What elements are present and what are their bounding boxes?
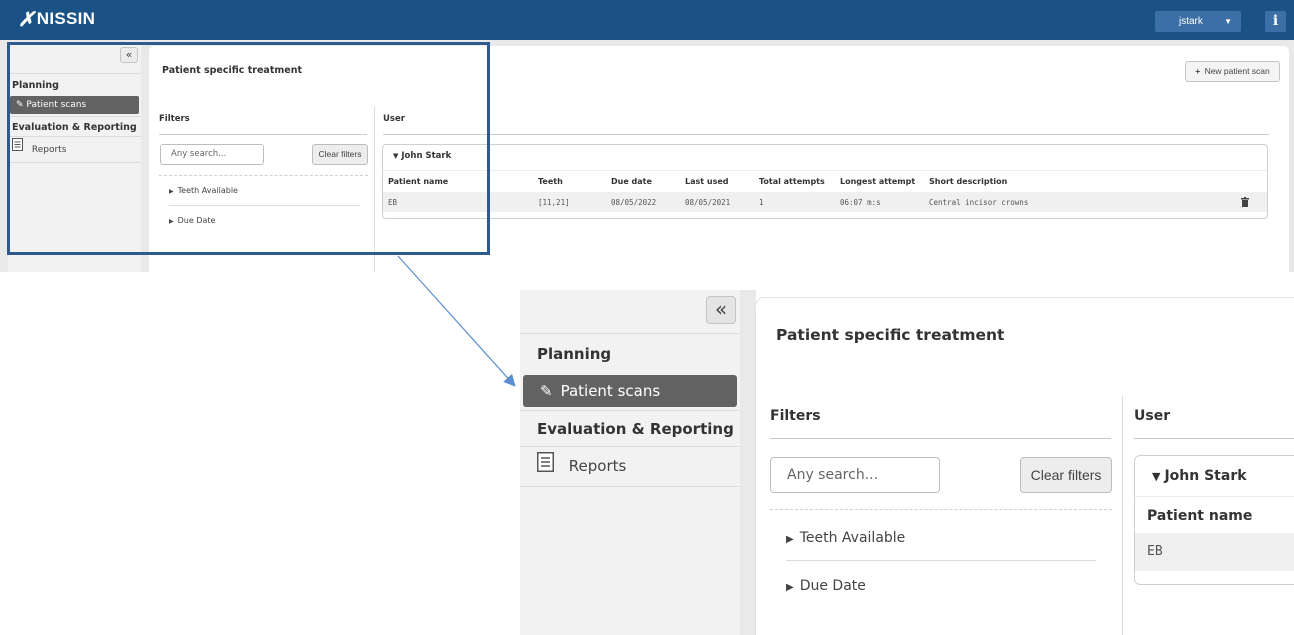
table-row[interactable]: [383, 192, 1267, 212]
sidebar-header-planning: Planning: [520, 333, 740, 375]
cell-teeth: [11,21]: [538, 198, 570, 207]
divider: [383, 170, 1267, 171]
filters-header: Filters: [770, 408, 821, 424]
user-card-toggle[interactable]: ▼ John Stark: [1152, 468, 1247, 484]
caret-right-icon: ▶: [786, 534, 794, 545]
divider: [786, 560, 1096, 561]
cell-longest-attempt: 06:07 m:s: [840, 198, 881, 207]
cell-short-description: Central incisor crowns: [929, 198, 1029, 207]
trash-icon[interactable]: [1241, 197, 1249, 210]
sidebar-zoomed: « Planning ✎ Patient scans Evaluation & R…: [520, 290, 740, 635]
document-icon: [537, 448, 554, 486]
column-header-longest-attempt: Longest attempt: [840, 177, 916, 186]
zoom-highlight-box: [7, 42, 490, 255]
sidebar-item-patient-scans[interactable]: ✎ Patient scans: [523, 375, 737, 407]
column-header-teeth: Teeth: [538, 177, 563, 186]
user-header: User: [1134, 408, 1171, 424]
user-name: John Stark: [1164, 468, 1247, 484]
sidebar-item-reports[interactable]: Reports: [520, 447, 740, 487]
nissin-logo: ✗ NISSIN: [18, 9, 95, 29]
sidebar-item-label: Patient scans: [560, 382, 661, 400]
user-card: ▼ John Stark Patient name Teeth Due date …: [382, 144, 1268, 219]
divider: [770, 438, 1111, 439]
sidebar-header-evaluation: Evaluation & Reporting: [520, 410, 740, 447]
pencil-icon: ✎: [540, 382, 553, 400]
column-header-last-used: Last used: [685, 177, 729, 186]
cell-total-attempts: 1: [759, 198, 764, 207]
new-patient-scan-label: New patient scan: [1204, 66, 1270, 76]
column-header-patient-name: Patient name: [1147, 508, 1253, 524]
facet-label: Teeth Available: [799, 530, 906, 546]
page-title: Patient specific treatment: [776, 326, 1005, 344]
divider: [770, 509, 1112, 510]
collapse-sidebar-button[interactable]: «: [706, 296, 736, 324]
divider: [1134, 438, 1294, 439]
vertical-divider: [1122, 396, 1123, 635]
user-card: ▼ John Stark Patient name EB: [1134, 455, 1294, 585]
sidebar-separator: [740, 290, 756, 635]
divider: [383, 134, 1269, 135]
info-button[interactable]: i: [1265, 11, 1286, 32]
cell-patient-name: EB: [1147, 544, 1163, 559]
column-header-short-description: Short description: [929, 177, 1008, 186]
search-input[interactable]: Any search...: [770, 457, 940, 493]
facet-label: Due Date: [799, 578, 866, 594]
main-panel-zoomed: Patient specific treatment Filters Any s…: [756, 298, 1294, 635]
zoomed-inset: « Planning ✎ Patient scans Evaluation & R…: [520, 290, 1294, 635]
column-header-due-date: Due date: [611, 177, 652, 186]
user-menu-label: jstark: [1179, 16, 1203, 27]
user-menu-button[interactable]: jstark ▼: [1155, 11, 1241, 32]
column-header-total-attempts: Total attempts: [759, 177, 825, 186]
sidebar-item-label: Reports: [568, 457, 627, 475]
facet-due-date[interactable]: ▶ Due Date: [786, 578, 866, 594]
plus-icon: +: [1195, 66, 1201, 76]
logo-text: NISSIN: [36, 9, 96, 28]
cell-due-date: 08/05/2022: [611, 198, 657, 207]
caret-down-icon: ▼: [1224, 17, 1232, 26]
caret-down-icon: ▼: [1152, 470, 1161, 483]
logo-mark-icon: ✗: [18, 7, 35, 31]
cell-last-used: 08/05/2021: [685, 198, 731, 207]
divider: [1135, 496, 1294, 497]
new-patient-scan-button[interactable]: + New patient scan: [1185, 61, 1280, 82]
clear-filters-button[interactable]: Clear filters: [1020, 457, 1112, 493]
caret-right-icon: ▶: [786, 582, 794, 593]
top-bar: ✗ NISSIN jstark ▼ i: [0, 0, 1294, 40]
facet-teeth-available[interactable]: ▶ Teeth Available: [786, 530, 905, 546]
